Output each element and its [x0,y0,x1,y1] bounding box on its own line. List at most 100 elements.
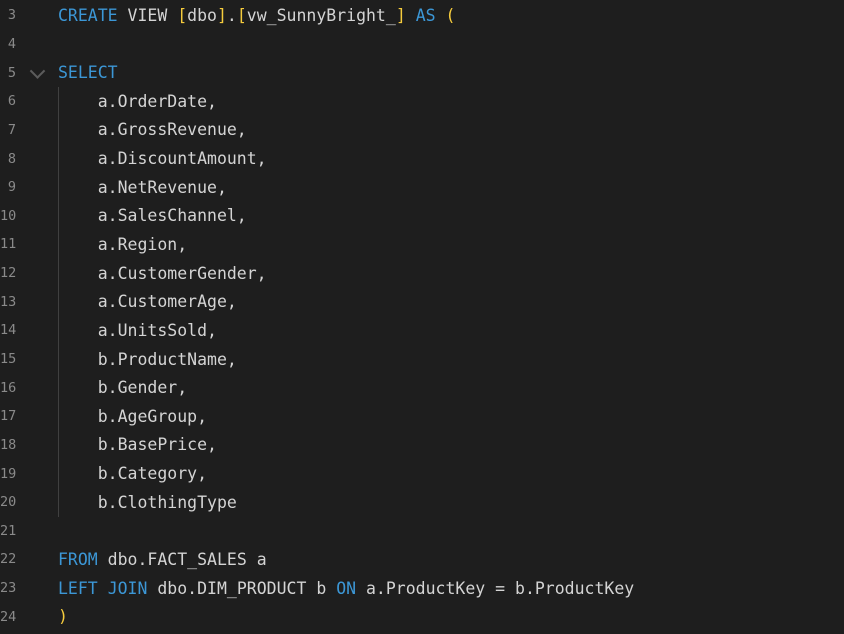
fold-column [16,230,58,259]
code-token: b.Category, [58,464,207,483]
line-number: 20 [0,494,16,510]
line-number: 5 [0,65,16,81]
code-token: a.GrossRevenue, [58,120,247,139]
code-token: b.BasePrice, [58,435,217,454]
code-line[interactable]: 5 SELECT [0,58,844,87]
fold-column [16,316,58,345]
code-text [58,30,844,59]
line-number: 9 [0,179,16,195]
fold-column [16,517,58,546]
code-line[interactable]: 4 [0,30,844,59]
code-line[interactable]: 22 FROM dbo.FACT_SALES a [0,545,844,574]
line-number: 18 [0,437,16,453]
line-number: 10 [0,208,16,224]
code-token [406,6,416,25]
code-token: ] [396,6,406,25]
line-number: 11 [0,236,16,252]
code-line[interactable]: 23 LEFT JOIN dbo.DIM_PRODUCT b ON a.Prod… [0,574,844,603]
line-number: 13 [0,294,16,310]
line-number: 24 [0,609,16,625]
fold-column [16,1,58,30]
code-token: FROM [58,550,98,569]
code-text: FROM dbo.FACT_SALES a [58,545,844,574]
code-line[interactable]: 13 a.CustomerAge, [0,287,844,316]
code-token: JOIN [108,579,148,598]
code-line[interactable]: 15 b.ProductName, [0,345,844,374]
line-number: 8 [0,151,16,167]
code-text: a.Region, [58,230,844,259]
code-text: b.ClothingType [58,488,844,517]
fold-column [16,287,58,316]
code-line[interactable]: 10 a.SalesChannel, [0,201,844,230]
line-number: 7 [0,122,16,138]
code-line[interactable]: 12 a.CustomerGender, [0,259,844,288]
code-token [98,579,108,598]
code-token: [ [237,6,247,25]
code-token: vw_SunnyBright_ [247,6,396,25]
code-token: CREATE [58,6,118,25]
fold-column [16,173,58,202]
code-line[interactable]: 11 a.Region, [0,230,844,259]
code-line[interactable]: 17 b.AgeGroup, [0,402,844,431]
chevron-down-icon[interactable] [29,63,45,79]
code-token: b.Gender, [58,378,187,397]
code-text: LEFT JOIN dbo.DIM_PRODUCT b ON a.Product… [58,574,844,603]
code-line[interactable]: 16 b.Gender, [0,373,844,402]
code-line[interactable]: 3 CREATE VIEW [dbo].[vw_SunnyBright_] AS… [0,1,844,30]
code-text: SELECT [58,58,844,87]
code-text: b.BasePrice, [58,431,844,460]
code-token: a.SalesChannel, [58,206,247,225]
fold-column [16,201,58,230]
code-line[interactable]: 24 ) [0,602,844,631]
code-text: a.NetRevenue, [58,173,844,202]
line-number: 4 [0,36,16,52]
code-token [118,6,128,25]
fold-column [16,373,58,402]
code-token: b.ClothingType [58,493,237,512]
code-text: a.GrossRevenue, [58,116,844,145]
code-text: b.ProductName, [58,345,844,374]
code-line[interactable]: 21 [0,517,844,546]
code-token: a.CustomerGender, [58,264,267,283]
code-line[interactable]: 19 b.Category, [0,459,844,488]
code-token: VIEW [128,6,168,25]
code-token: a.UnitsSold, [58,321,217,340]
code-token: ] [217,6,227,25]
code-text: b.Gender, [58,373,844,402]
code-token: dbo.DIM_PRODUCT b [147,579,336,598]
line-number: 17 [0,408,16,424]
line-number: 6 [0,93,16,109]
code-editor[interactable]: 3 CREATE VIEW [dbo].[vw_SunnyBright_] AS… [0,0,844,634]
code-token: b.AgeGroup, [58,407,207,426]
fold-column [16,402,58,431]
code-token: dbo.FACT_SALES a [98,550,267,569]
code-line[interactable]: 14 a.UnitsSold, [0,316,844,345]
line-number: 14 [0,322,16,338]
code-line[interactable]: 9 a.NetRevenue, [0,173,844,202]
line-number: 3 [0,7,16,23]
fold-column [16,574,58,603]
code-token: [ [177,6,187,25]
code-token: AS [416,6,436,25]
code-text: a.CustomerAge, [58,287,844,316]
code-token: LEFT [58,579,98,598]
code-text: b.Category, [58,459,844,488]
line-number: 21 [0,523,16,539]
code-text: b.AgeGroup, [58,402,844,431]
code-token: ) [58,607,68,626]
code-token: a.ProductKey = b.ProductKey [356,579,634,598]
line-number: 16 [0,380,16,396]
code-line[interactable]: 20 b.ClothingType [0,488,844,517]
fold-column [16,144,58,173]
code-line[interactable]: 7 a.GrossRevenue, [0,116,844,145]
code-line[interactable]: 8 a.DiscountAmount, [0,144,844,173]
line-number: 23 [0,580,16,596]
fold-column [16,345,58,374]
line-number: 22 [0,551,16,567]
code-line[interactable]: 6 a.OrderDate, [0,87,844,116]
fold-column [16,30,58,59]
code-token: ( [446,6,456,25]
code-token: a.NetRevenue, [58,178,227,197]
code-line[interactable]: 18 b.BasePrice, [0,431,844,460]
fold-column [16,431,58,460]
